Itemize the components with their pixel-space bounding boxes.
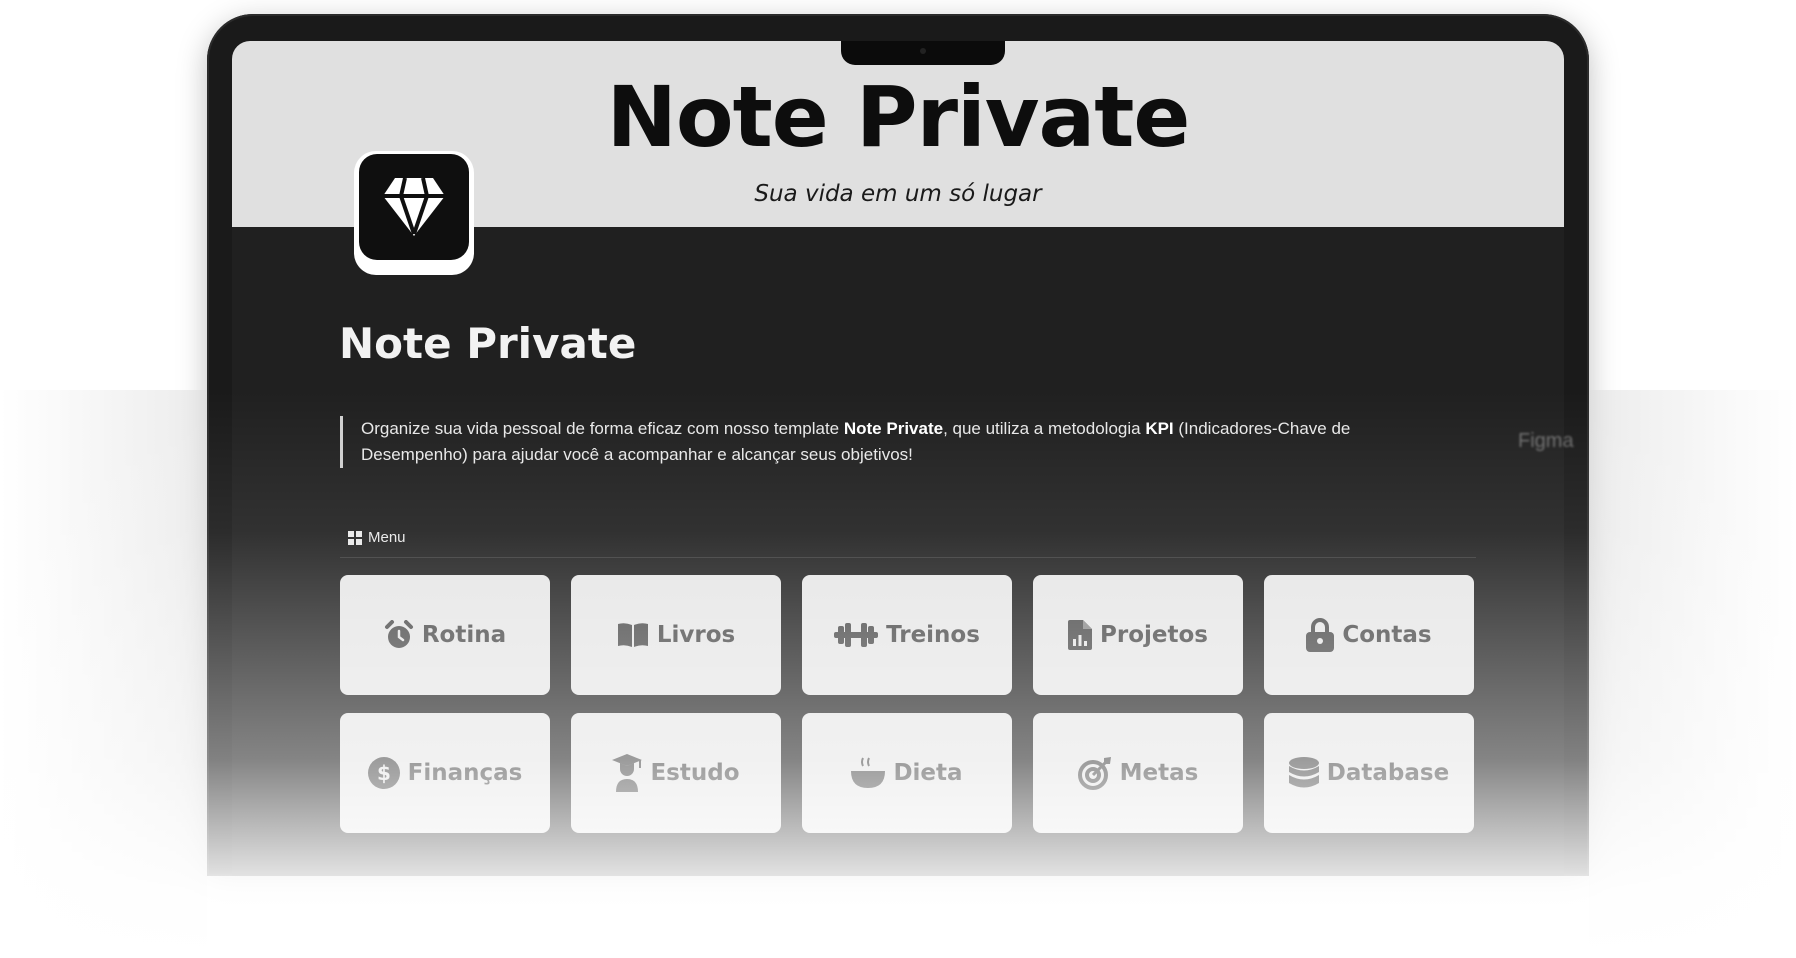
menu-card-dieta[interactable]: Dieta — [802, 713, 1012, 833]
menu-header[interactable]: Menu — [348, 529, 406, 546]
menu-card-label: Rotina — [421, 622, 507, 648]
graduate-icon — [612, 754, 643, 792]
bowl-icon — [851, 757, 886, 788]
dumbbell-icon — [834, 623, 879, 647]
dollar-circle-icon: $ — [367, 757, 400, 789]
page-icon[interactable] — [354, 151, 474, 275]
menu-card-label: Projetos — [1100, 622, 1208, 648]
menu-card-livros[interactable]: Livros — [571, 575, 781, 695]
laptop-screen: Note Private Sua vida em um só lugar Not… — [232, 41, 1564, 876]
alarm-clock-icon — [384, 620, 413, 648]
target-icon — [1077, 757, 1111, 790]
file-chart-icon — [1068, 620, 1092, 650]
menu-card-rotina[interactable]: Rotina — [340, 575, 550, 695]
menu-card-label: Database — [1326, 760, 1450, 786]
description-bold-2: KPI — [1145, 419, 1174, 438]
database-icon — [1288, 757, 1319, 788]
menu-grid: Rotina Livros Treinos Projetos Contas $ … — [340, 575, 1476, 833]
menu-card-label: Estudo — [650, 760, 740, 786]
menu-card-label: Livros — [656, 622, 736, 648]
description-text-1: Organize sua vida pessoal de forma efica… — [361, 419, 844, 438]
left-fade-overlay — [0, 390, 207, 958]
description-bold-1: Note Private — [843, 419, 944, 438]
side-ghost-text: Figma — [1518, 430, 1574, 452]
cover-title: Note Private — [606, 68, 1191, 166]
laptop-frame: Note Private Sua vida em um só lugar Not… — [207, 14, 1589, 876]
menu-card-label: Dieta — [893, 760, 963, 786]
page-title: Note Private — [339, 319, 637, 368]
description-text-2: , que utiliza a metodologia — [943, 419, 1146, 438]
menu-card-label: Finanças — [407, 760, 523, 786]
menu-card-treinos[interactable]: Treinos — [802, 575, 1012, 695]
menu-card-projetos[interactable]: Projetos — [1033, 575, 1243, 695]
menu-card-label: Treinos — [886, 622, 980, 648]
camera-notch — [841, 41, 1005, 65]
menu-card-metas[interactable]: Metas — [1033, 713, 1243, 833]
menu-card-contas[interactable]: Contas — [1264, 575, 1474, 695]
grid-icon — [348, 530, 362, 545]
menu-divider — [340, 557, 1476, 558]
menu-card-label: Contas — [1342, 622, 1432, 648]
svg-text:$: $ — [377, 761, 391, 785]
menu-label: Menu — [368, 529, 406, 546]
menu-card-financas[interactable]: $ Finanças — [340, 713, 550, 833]
camera-icon — [920, 48, 926, 54]
menu-card-estudo[interactable]: Estudo — [571, 713, 781, 833]
description-quote: Organize sua vida pessoal de forma efica… — [340, 416, 1401, 468]
diamond-icon — [359, 154, 469, 260]
right-fade-overlay — [1589, 390, 1796, 958]
menu-card-database[interactable]: Database — [1264, 713, 1474, 833]
lock-icon — [1306, 618, 1335, 652]
screenshot-stage: Note Private Sua vida em um só lugar Not… — [0, 0, 1796, 958]
book-icon — [617, 623, 648, 647]
menu-card-label: Metas — [1119, 760, 1199, 786]
